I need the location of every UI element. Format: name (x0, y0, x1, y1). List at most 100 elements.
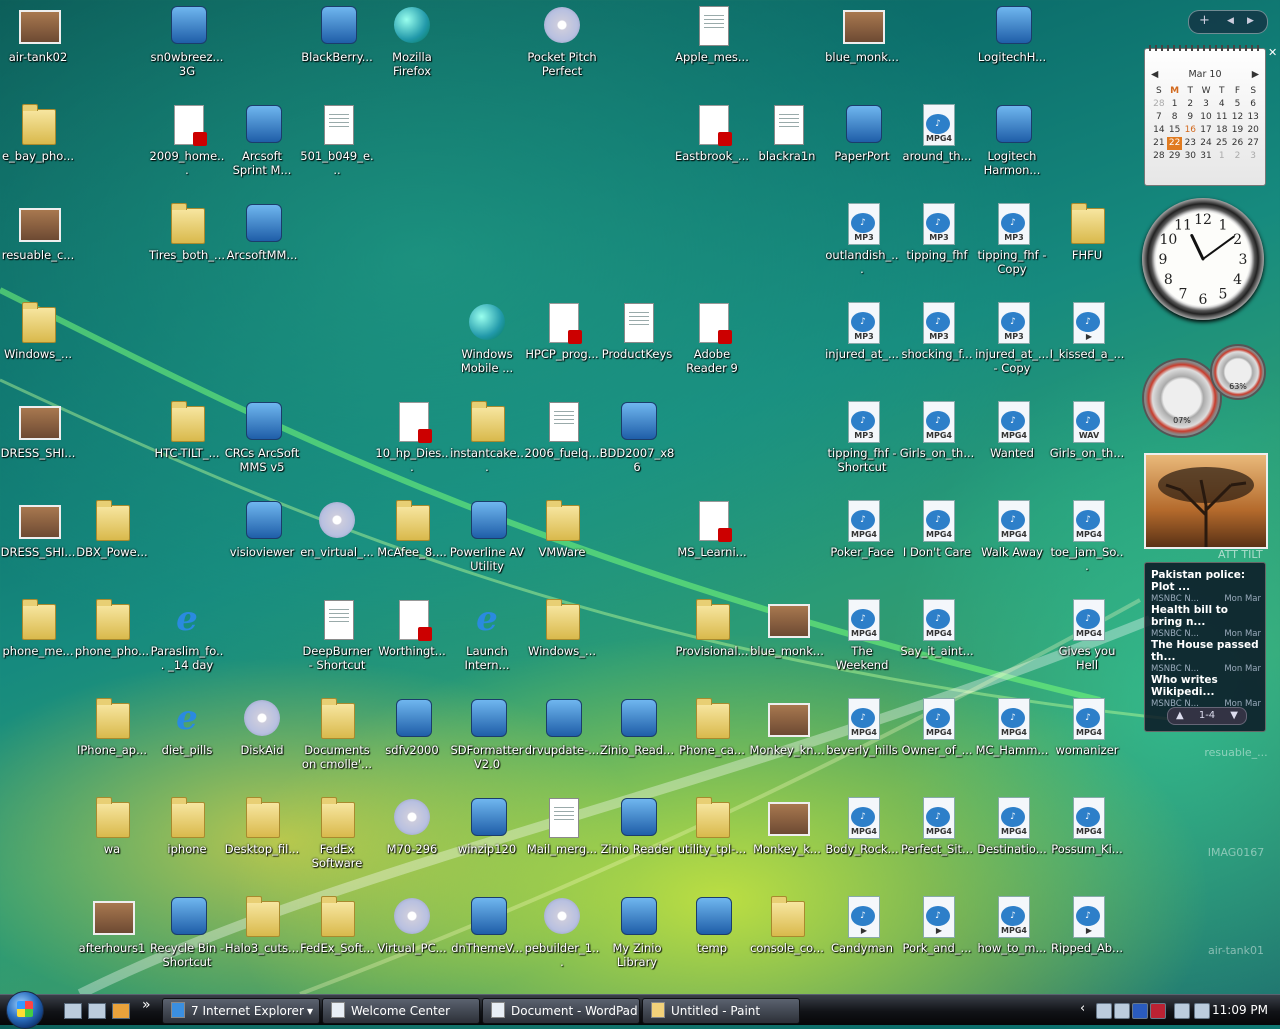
desktop-icon[interactable]: Recycle Bin - Shortcut (149, 893, 225, 969)
desktop-icon[interactable]: HTC-TILT_... (149, 398, 225, 460)
desktop-icon[interactable]: Windows_... (0, 299, 76, 361)
desktop-icon[interactable]: ♪ MPG4 how_to_m... (974, 893, 1050, 955)
feed-item[interactable]: Health bill to bring n... MSNBC N... Mon M… (1151, 604, 1261, 639)
desktop-icon[interactable]: Windows Mobile ... (449, 299, 525, 375)
calendar-day[interactable]: 4 (1214, 98, 1230, 111)
desktop-icon[interactable]: phone_pho... (74, 596, 150, 658)
desktop-icon[interactable]: winzip120 (449, 794, 525, 856)
quicklaunch-overflow-icon[interactable]: » (142, 997, 151, 1013)
desktop-icon[interactable]: Provisional... (674, 596, 750, 658)
desktop-icon[interactable]: sdfv2000 (374, 695, 450, 757)
desktop-icon[interactable]: wa (74, 794, 150, 856)
desktop-icon[interactable]: air-tank02 (0, 2, 76, 64)
desktop-icon[interactable]: Powerline AV Utility (449, 497, 525, 573)
feed-item[interactable]: Pakistan police: Plot ... MSNBC N... Mon M… (1151, 569, 1261, 604)
desktop-icon[interactable]: instantcake... (449, 398, 525, 474)
desktop-icon[interactable]: ♪ MPG4 The Weekend (824, 596, 900, 672)
calendar-day[interactable]: 9 (1182, 111, 1198, 124)
desktop-icon[interactable]: ♪ WAV Girls_on_th... (1049, 398, 1125, 460)
desktop-icon[interactable]: 10_hp_Dies... (374, 398, 450, 474)
desktop-icon[interactable]: ♪ MPG4 MC_Hamm... (974, 695, 1050, 757)
security-shield-icon[interactable] (1150, 1003, 1166, 1019)
desktop-icon[interactable]: 2006_fuelq... (524, 398, 600, 460)
system-clock[interactable]: 11:09 PM (1212, 995, 1268, 1025)
desktop-icon[interactable]: ProductKeys (599, 299, 675, 361)
add-gadget-button[interactable]: + (1199, 13, 1210, 28)
desktop-icon[interactable]: BlackBerry... (299, 2, 375, 64)
tray-app-icon[interactable] (1132, 1003, 1148, 1019)
feed-down-button[interactable]: ▼ (1230, 708, 1238, 724)
desktop-icon[interactable]: Mail_merg... (524, 794, 600, 856)
calendar-day[interactable]: 3 (1198, 98, 1214, 111)
desktop-icon[interactable]: drvupdate-... (524, 695, 600, 757)
desktop-icon[interactable]: Monkey_k... (749, 794, 825, 856)
calendar-day[interactable]: 10 (1198, 111, 1214, 124)
calendar-day[interactable]: 16 (1182, 124, 1198, 137)
desktop-icon[interactable]: ♪ MPG4 around_th... (899, 101, 975, 163)
calendar-day[interactable]: 25 (1214, 137, 1230, 150)
desktop-icon[interactable]: Monkey_kn... (749, 695, 825, 757)
calendar-gadget[interactable]: ◀ Mar 10 ▶ S M T W T F S 28 1 2 3 4 5 6 7 8 9 10 11 12 13 14 1… (1144, 45, 1266, 186)
desktop-icon[interactable]: Apple_mes... (674, 2, 750, 64)
desktop-icon[interactable]: ♪ MPG4 Possum_Ki... (1049, 794, 1125, 856)
desktop-icon[interactable]: Pocket Pitch Perfect (524, 2, 600, 78)
calendar-day[interactable]: 8 (1167, 111, 1183, 124)
desktop-icon[interactable]: afterhours1 (74, 893, 150, 955)
desktop-icon[interactable]: CRCs ArcSoft MMS v5 (224, 398, 300, 474)
feed-up-button[interactable]: ▲ (1176, 708, 1184, 724)
desktop-icon[interactable]: ♪ MPG4 womanizer (1049, 695, 1125, 757)
desktop-icon[interactable]: ♪ MP3 tipping_fhf (899, 200, 975, 262)
sidebar-next-button[interactable]: ▶ (1247, 16, 1254, 26)
calendar-day[interactable]: 6 (1245, 98, 1261, 111)
desktop-icon[interactable]: console_co... (749, 893, 825, 955)
start-button[interactable] (6, 991, 44, 1029)
group-dropdown-icon[interactable]: ▾ (307, 999, 313, 1023)
desktop-icon[interactable]: ♪ MPG4 Girls_on_th... (899, 398, 975, 460)
desktop-icon[interactable]: PaperPort (824, 101, 900, 163)
show-desktop-icon[interactable] (64, 1003, 82, 1019)
desktop-icon[interactable]: Zinio_Read... (599, 695, 675, 757)
desktop-icon[interactable]: MS_Learni... (674, 497, 750, 559)
desktop-icon[interactable]: e diet_pills (149, 695, 225, 757)
desktop-icon[interactable]: utility_tpl-... (674, 794, 750, 856)
desktop-icon[interactable]: ArcsoftMM... (224, 200, 300, 262)
calendar-day[interactable]: 11 (1214, 111, 1230, 124)
calendar-day[interactable]: 26 (1230, 137, 1246, 150)
calendar-day[interactable]: 1 (1214, 150, 1230, 163)
calendar-day[interactable]: 20 (1245, 124, 1261, 137)
desktop-icon[interactable]: ♪ MPG4 Body_Rock... (824, 794, 900, 856)
desktop-icon[interactable]: ♪ MPG4 Gives you Hell (1049, 596, 1125, 672)
desktop-icon[interactable]: Phone_ca... (674, 695, 750, 757)
desktop-icon[interactable]: FedEx Software (299, 794, 375, 870)
desktop-icon[interactable]: visioviewer (224, 497, 300, 559)
desktop-icon[interactable]: e_bay_pho... (0, 101, 76, 163)
calendar-day[interactable]: 22 (1166, 137, 1183, 150)
desktop-icon[interactable]: temp (674, 893, 750, 955)
tray-app-icon[interactable] (1114, 1003, 1130, 1019)
desktop-icon[interactable]: My Zinio Library (599, 893, 675, 969)
desktop-icon[interactable]: Arcsoft Sprint M... (224, 101, 300, 177)
desktop-icon[interactable]: ♪ ▶ Candyman (824, 893, 900, 955)
desktop-icon[interactable]: ♪ MP3 tipping_fhf - Shortcut (824, 398, 900, 474)
calendar-day[interactable]: 30 (1182, 150, 1198, 163)
desktop-icon[interactable]: pebuilder_1... (524, 893, 600, 969)
desktop-icon[interactable]: Zinio Reader (599, 794, 675, 856)
desktop-icon[interactable]: FedEx_Soft... (299, 893, 375, 955)
sidebar-prev-button[interactable]: ◀ (1227, 16, 1234, 26)
calendar-day[interactable]: 27 (1245, 137, 1261, 150)
calendar-prev-icon[interactable]: ◀ (1151, 69, 1158, 80)
desktop-icon[interactable]: en_virtual_... (299, 497, 375, 559)
desktop-icon[interactable]: blue_monk... (824, 2, 900, 64)
desktop-icon[interactable]: ♪ MP3 injured_at_... - Copy (974, 299, 1050, 375)
desktop-icon[interactable]: DiskAid (224, 695, 300, 757)
taskbar-button-internet-explorer[interactable]: 7 Internet Explorer ▾ (162, 998, 320, 1024)
desktop-icon[interactable]: DeepBurner - Shortcut (299, 596, 375, 672)
desktop-icon[interactable]: BDD2007_x86 (599, 398, 675, 474)
calendar-day[interactable]: 23 (1182, 137, 1198, 150)
tray-expand-icon[interactable]: ‹ (1080, 1001, 1085, 1016)
desktop-icon[interactable]: Logitech Harmon... (974, 101, 1050, 177)
calendar-day[interactable]: 2 (1230, 150, 1246, 163)
desktop-icon[interactable]: ♪ MPG4 Destinatio... (974, 794, 1050, 856)
switch-windows-icon[interactable] (88, 1003, 106, 1019)
desktop-icon[interactable]: Windows_... (524, 596, 600, 658)
